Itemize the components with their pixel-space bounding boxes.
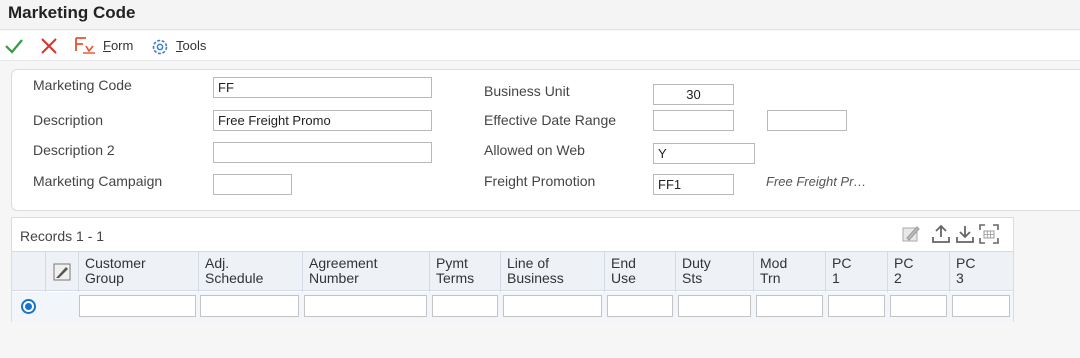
effective-date-from-field[interactable] [653,110,734,131]
column-header-pymt-terms[interactable]: Pymt Terms [429,252,500,292]
form-menu-label: Form [103,38,134,53]
toolbar: Form Tools [0,31,1080,61]
column-header-mod-trn[interactable]: Mod Trn [753,252,825,292]
allowed-on-web-label: Allowed on Web [484,142,585,158]
form-menu-button[interactable]: Form [74,31,140,61]
ok-button[interactable] [2,31,26,61]
description2-field[interactable] [213,142,432,163]
column-header-end-use[interactable]: End Use [604,252,675,292]
cell-pymt-terms[interactable] [432,295,498,317]
marketing-campaign-field[interactable] [213,174,292,195]
business-unit-label: Business Unit [484,83,570,99]
download-icon [956,226,974,243]
close-icon [41,38,57,54]
freight-promotion-field[interactable] [653,174,734,195]
column-header-pc1[interactable]: PC 1 [825,252,887,292]
description2-label: Description 2 [33,142,115,158]
records-count: Records 1 - 1 [20,228,105,244]
upload-button[interactable] [929,222,953,246]
description-label: Description [33,112,104,128]
download-button[interactable] [953,222,977,246]
effective-date-range-label: Effective Date Range [484,112,617,128]
column-header-pc3[interactable]: PC 3 [949,252,1013,292]
cell-adj-schedule[interactable] [200,295,299,317]
cell-customer-group[interactable] [79,295,196,317]
cell-line-of-business[interactable] [503,295,602,317]
column-header-duty-sts[interactable]: Duty Sts [675,252,753,292]
marketing-code-label: Marketing Code [33,77,132,93]
description-field[interactable] [213,110,432,131]
cancel-button[interactable] [38,31,62,61]
tools-menu-label: Tools [176,38,207,53]
freight-promotion-description: Free Freight Pr… [766,174,867,189]
effective-date-to-field[interactable] [767,110,847,131]
table-row[interactable] [12,292,1013,322]
column-header-agreement-number[interactable]: Agreement Number [302,252,429,292]
grid-toolbar [899,222,1009,246]
tools-menu-button[interactable]: Tools [149,31,211,61]
column-header-line-of-business[interactable]: Line of Business [500,252,604,292]
grid-edit-button[interactable] [899,222,923,246]
cell-pc3[interactable] [952,295,1010,317]
grid-select-column-header [12,252,45,292]
allowed-on-web-field[interactable] [653,143,755,164]
cell-mod-trn[interactable] [756,295,823,317]
cell-duty-sts[interactable] [678,295,751,317]
grid-row-edit-column-header [45,252,78,292]
marketing-code-field[interactable] [213,77,432,98]
row-select-radio[interactable] [21,299,36,314]
row-edit-icon [53,263,71,281]
grid-header-row: Customer Group Adj. Schedule Agreement Numb… [12,251,1013,292]
edit-grid-icon [902,226,920,242]
form-exit-icon [75,37,95,54]
title-bar: Marketing Code [0,0,1080,30]
upload-icon [932,224,950,243]
maximize-grid-icon [979,224,999,244]
gear-icon [152,39,168,55]
maximize-grid-button[interactable] [977,222,1001,246]
page-title: Marketing Code [8,3,136,22]
column-header-pc2[interactable]: PC 2 [887,252,949,292]
freight-promotion-label: Freight Promotion [484,173,596,189]
column-header-adj-schedule[interactable]: Adj. Schedule [198,252,302,292]
checkmark-icon [5,39,23,54]
cell-agreement-number[interactable] [304,295,427,317]
header-form-panel: Marketing Code Description Description 2… [11,69,1080,211]
column-header-customer-group[interactable]: Customer Group [78,252,198,292]
grid-panel: Records 1 - 1 Customer Group Adj. Schedu… [11,217,1014,322]
cell-pc2[interactable] [890,295,947,317]
marketing-campaign-label: Marketing Campaign [33,173,163,189]
cell-end-use[interactable] [607,295,673,317]
business-unit-field[interactable] [653,84,734,105]
cell-pc1[interactable] [828,295,885,317]
